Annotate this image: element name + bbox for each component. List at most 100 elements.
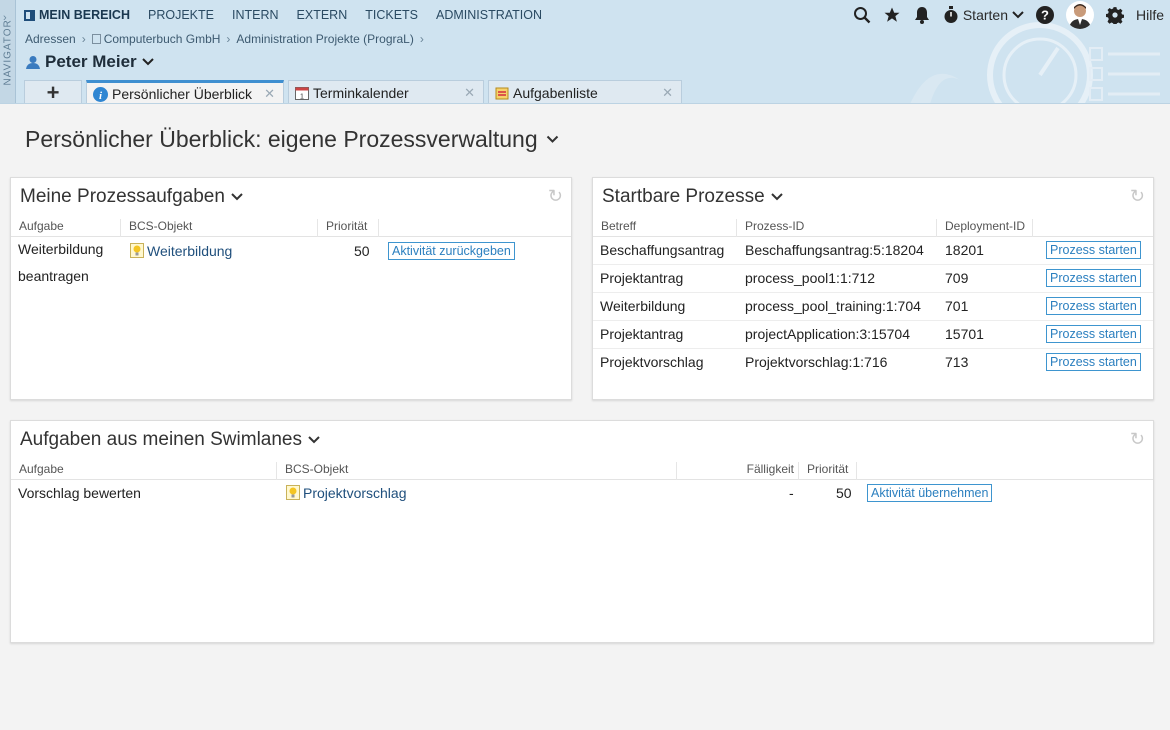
bcs-object-link[interactable]: Projektvorschlag xyxy=(303,485,407,501)
chevron-down-icon xyxy=(770,193,783,201)
close-icon[interactable]: ✕ xyxy=(662,85,673,101)
bcs-object-link[interactable]: Weiterbildung xyxy=(147,243,232,259)
start-process-button[interactable]: Prozess starten xyxy=(1046,297,1141,315)
column-header-prioritaet[interactable]: Priorität xyxy=(799,462,857,480)
info-icon: i xyxy=(93,86,108,102)
take-over-activity-button[interactable]: Aktivität übernehmen xyxy=(867,484,993,502)
panel-title-label: Aufgaben aus meinen Swimlanes xyxy=(20,429,303,450)
nav-extern[interactable]: EXTERN xyxy=(297,8,348,22)
add-tab-button[interactable]: + xyxy=(24,80,82,103)
svg-text:?: ? xyxy=(1041,8,1049,23)
table-row[interactable]: Weiterbildung beantragen Weiterbildung 5… xyxy=(11,238,571,290)
task-list-icon xyxy=(495,86,509,100)
stopwatch-icon xyxy=(944,6,958,23)
deployment-id-cell: 713 xyxy=(945,354,969,370)
task-cell: Weiterbildung beantragen xyxy=(11,236,103,290)
tab-persoenlicher-ueberblick[interactable]: i Persönlicher Überblick ✕ xyxy=(86,80,284,103)
navigator-label: NAVIGATOR xyxy=(2,19,14,86)
close-icon[interactable]: ✕ xyxy=(264,86,275,102)
table-row[interactable]: Beschaffungsantrag Beschaffungsantrag:5:… xyxy=(593,237,1153,265)
nav-administration[interactable]: ADMINISTRATION xyxy=(436,8,542,22)
table-row[interactable]: Projektantrag projectApplication:3:15704… xyxy=(593,321,1153,349)
start-process-button[interactable]: Prozess starten xyxy=(1046,353,1141,371)
tab-terminkalender[interactable]: 1 Terminkalender ✕ xyxy=(288,80,484,103)
panel-title[interactable]: Startbare Prozesse xyxy=(602,186,783,208)
bell-icon[interactable] xyxy=(913,6,931,24)
table-header: Aufgabe BCS-Objekt Fälligkeit Priorität xyxy=(11,461,1153,480)
page-title[interactable]: Persönlicher Überblick: eigene Prozessve… xyxy=(25,126,559,153)
panel-title[interactable]: Aufgaben aus meinen Swimlanes xyxy=(20,429,320,451)
starten-label: Starten xyxy=(962,7,1008,23)
panel-startable-processes: Startbare Prozesse ↻ Betreff Prozess-ID … xyxy=(592,177,1154,400)
column-header-aufgabe[interactable]: Aufgabe xyxy=(11,219,121,237)
process-id-cell: process_pool1:1:712 xyxy=(745,270,875,286)
help-link[interactable]: Hilfe xyxy=(1136,7,1164,23)
action-cell: Prozess starten xyxy=(1039,325,1141,343)
start-process-button[interactable]: Prozess starten xyxy=(1046,325,1141,343)
refresh-icon[interactable]: ↻ xyxy=(1130,186,1145,207)
action-cell: Prozess starten xyxy=(1039,297,1141,315)
refresh-icon[interactable]: ↻ xyxy=(1130,429,1145,450)
settings-gear-icon[interactable] xyxy=(1105,6,1124,24)
table-row[interactable]: Projektvorschlag Projektvorschlag:1:716 … xyxy=(593,349,1153,377)
deployment-id-cell: 709 xyxy=(945,270,969,286)
user-menu[interactable]: Peter Meier xyxy=(26,52,154,72)
start-process-button[interactable]: Prozess starten xyxy=(1046,241,1141,259)
breadcrumb-company-label: Computerbuch GmbH xyxy=(103,32,221,46)
breadcrumb-item-adressen[interactable]: Adressen xyxy=(25,32,76,46)
table-row[interactable]: Vorschlag bewerten Projektvorschlag - 50… xyxy=(11,480,1153,508)
column-header-aufgabe[interactable]: Aufgabe xyxy=(11,462,277,480)
chevron-down-icon xyxy=(141,58,154,66)
process-id-cell: Beschaffungsantrag:5:18204 xyxy=(745,242,924,258)
table-row[interactable]: Projektantrag process_pool1:1:712 709 Pr… xyxy=(593,265,1153,293)
navigator-toggle[interactable]: › NAVIGATOR xyxy=(0,0,16,103)
main-navigation: MEIN BEREICH PROJEKTE INTERN EXTERN TICK… xyxy=(24,8,542,22)
action-cell: Aktivität übernehmen xyxy=(860,484,993,502)
column-header-bcs-objekt[interactable]: BCS-Objekt xyxy=(277,462,677,480)
nav-projekte[interactable]: PROJEKTE xyxy=(148,8,214,22)
app-header: › NAVIGATOR MEIN BEREICH PROJEKTE INTERN… xyxy=(0,0,1170,104)
nav-administration-label: ADMINISTRATION xyxy=(436,8,543,22)
panel-process-tasks: Meine Prozessaufgaben ↻ Aufgabe BCS-Obje… xyxy=(10,177,572,400)
nav-projekte-label: PROJEKTE xyxy=(147,8,214,22)
action-cell: Prozess starten xyxy=(1039,241,1141,259)
refresh-icon[interactable]: ↻ xyxy=(548,186,563,207)
nav-intern[interactable]: INTERN xyxy=(232,8,279,22)
chevron-down-icon xyxy=(308,436,320,444)
search-icon[interactable] xyxy=(853,6,871,24)
panel-swimlane-tasks: Aufgaben aus meinen Swimlanes ↻ Aufgabe … xyxy=(10,420,1154,643)
nav-mein-bereich[interactable]: MEIN BEREICH xyxy=(24,8,130,22)
column-header-prioritaet[interactable]: Priorität xyxy=(318,219,379,237)
start-process-button[interactable]: Prozess starten xyxy=(1046,269,1141,287)
deployment-id-cell: 18201 xyxy=(945,242,984,258)
nav-tickets[interactable]: TICKETS xyxy=(365,8,418,22)
star-icon[interactable] xyxy=(883,6,901,24)
task-name-line1: Weiterbildung xyxy=(18,241,104,257)
help-icon[interactable]: ? xyxy=(1035,6,1054,24)
breadcrumb-item-company[interactable]: Computerbuch GmbH xyxy=(91,32,221,46)
breadcrumb-item-project[interactable]: Administration Projekte (PrograL) xyxy=(236,32,413,46)
column-header-prozess-id[interactable]: Prozess-ID xyxy=(737,219,937,237)
return-activity-button[interactable]: Aktivität zurückgeben xyxy=(388,242,515,260)
table-row[interactable]: Weiterbildung process_pool_training:1:70… xyxy=(593,293,1153,321)
panel-title[interactable]: Meine Prozessaufgaben xyxy=(20,186,243,208)
breadcrumb-separator-icon: › xyxy=(81,32,86,46)
breadcrumb-separator-icon: › xyxy=(419,32,424,46)
user-icon xyxy=(26,56,40,69)
tab-aufgabenliste[interactable]: Aufgabenliste ✕ xyxy=(488,80,682,103)
column-header-bcs-objekt[interactable]: BCS-Objekt xyxy=(121,219,318,237)
tab-label: Aufgabenliste xyxy=(513,84,598,101)
due-date-cell: - xyxy=(789,485,794,501)
priority-cell: 50 xyxy=(836,485,852,501)
lightbulb-icon xyxy=(286,485,300,500)
column-header-deployment-id[interactable]: Deployment-ID xyxy=(937,219,1033,237)
process-id-cell: Projektvorschlag:1:716 xyxy=(745,354,888,370)
column-header-betreff[interactable]: Betreff xyxy=(593,219,737,237)
column-header-faelligkeit[interactable]: Fälligkeit xyxy=(677,462,799,480)
starten-menu[interactable]: Starten xyxy=(943,6,1024,24)
bcs-object-cell: Weiterbildung xyxy=(123,243,232,259)
user-avatar[interactable] xyxy=(1065,1,1094,29)
close-icon[interactable]: ✕ xyxy=(464,85,475,101)
tab-label: Terminkalender xyxy=(313,84,409,101)
panel-title-label: Startbare Prozesse xyxy=(602,186,765,207)
